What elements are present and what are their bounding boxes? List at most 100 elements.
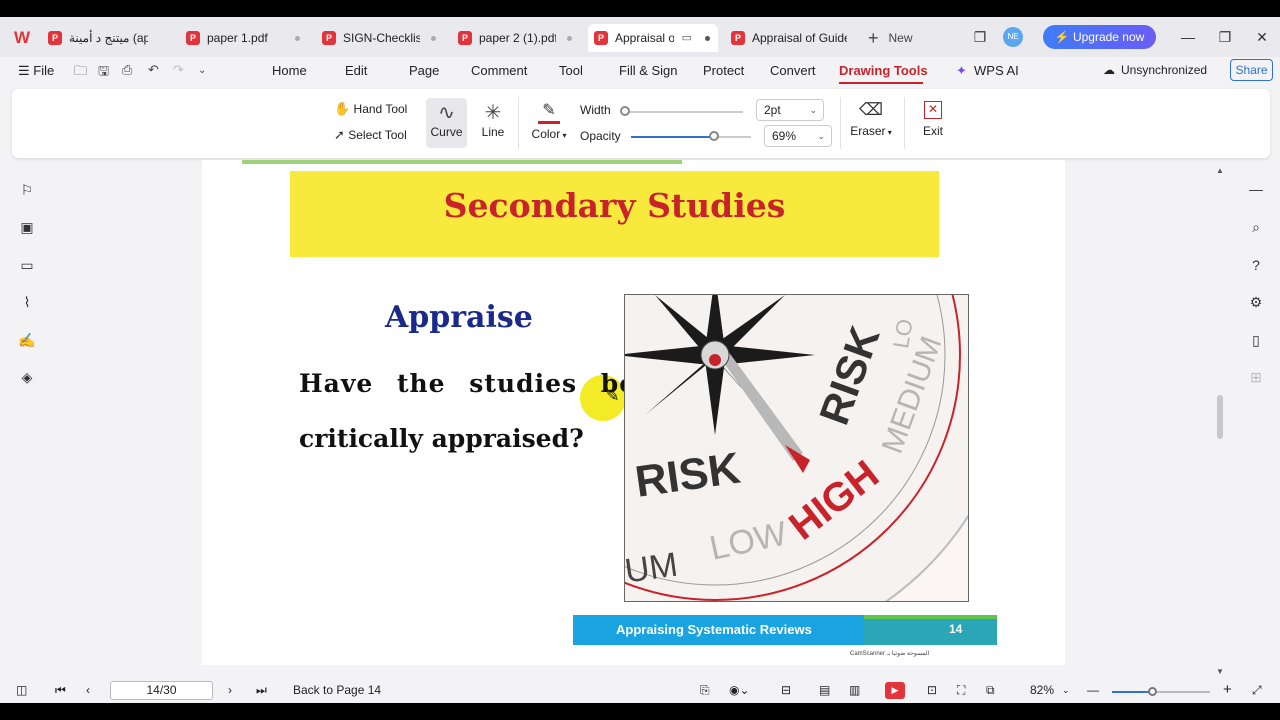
curve-icon: ∿ [438,102,455,124]
search-icon[interactable]: ⌕ [1246,217,1266,237]
zoom-slider-knob[interactable] [1148,687,1157,696]
back-to-page-link[interactable]: Back to Page 14 [293,683,381,697]
close-icon[interactable]: ✕ [1252,27,1272,47]
tab-close-dot-icon[interactable] [295,36,300,41]
tab-document-1[interactable]: P ميتنج د أمينة (appra [42,24,172,52]
line-tool-button[interactable]: ✳ Line [478,98,508,139]
expand-icon[interactable]: ⤢ [1252,683,1262,698]
minimize-icon[interactable]: — [1178,27,1198,47]
sidebar-toggle-icon[interactable]: ◫ [16,683,27,697]
single-page-icon[interactable]: ▤ [819,683,830,697]
tab-document-5-active[interactable]: P Appraisal o ▭ [588,24,718,52]
tab-close-dot-icon[interactable] [705,36,710,41]
tab-document-6[interactable]: P Appraisal of Guide [725,24,853,52]
menu-file[interactable]: ☰ File [18,63,54,79]
open-folder-icon[interactable]: 🗀 [74,62,87,84]
sync-status[interactable]: Unsynchronized [1121,63,1207,77]
menu-tool[interactable]: Tool [559,63,583,78]
menu-comment[interactable]: Comment [471,63,527,78]
menu-wps-ai[interactable]: WPS AI [974,63,1019,78]
last-page-icon[interactable]: ⏭ [256,683,267,698]
undo-icon[interactable]: ↶ [148,62,159,78]
grid-icon[interactable]: ⊞ [1246,367,1266,387]
width-slider[interactable] [623,111,743,113]
two-page-icon[interactable]: ▥ [849,683,860,697]
vertical-scrollbar-thumb[interactable] [1217,395,1223,439]
upgrade-now-button[interactable]: ⚡ Upgrade now [1043,25,1156,49]
menu-convert[interactable]: Convert [770,63,816,78]
attachment-icon[interactable]: ⌇ [17,292,37,312]
tab-document-4[interactable]: P paper 2 (1).pdf [452,24,580,52]
tab-label: paper 2 (1).pdf [479,31,556,45]
menu-edit[interactable]: Edit [345,63,367,78]
exit-drawing-button[interactable]: ✕ Exit [918,101,948,138]
fit-width-icon[interactable]: ⊡ [927,683,937,697]
fit-page-icon[interactable]: ⊟ [781,683,791,697]
pen-cursor-icon: ✎ [606,388,620,405]
pdf-icon: P [322,31,336,45]
reader-icon[interactable]: ▯ [1246,330,1266,350]
save-icon[interactable]: 🖫 [98,62,109,84]
opacity-select[interactable]: 69% ⌄ [764,125,832,147]
screenshot-icon[interactable]: ⧉ [986,683,995,698]
tab-close-dot-icon[interactable] [567,36,572,41]
menu-page[interactable]: Page [409,63,439,78]
chevron-down-icon[interactable]: ⌄ [198,65,206,76]
collapse-icon[interactable]: — [1246,179,1266,199]
window-layout-icon[interactable]: ❐ [970,27,990,47]
avatar[interactable]: NE [1003,27,1023,47]
pdf-icon: P [594,31,608,45]
export-icon[interactable]: ⎘ [700,683,710,698]
wps-logo-icon[interactable]: W [10,26,34,50]
eraser-button[interactable]: ⌫ Eraser ▾ [850,100,892,138]
menu-home[interactable]: Home [272,63,307,78]
color-picker-button[interactable]: ✎ Color ▾ [529,100,569,141]
select-tool-button[interactable]: ➚ Select Tool [334,127,407,143]
cloud-sync-icon[interactable]: ☁ [1103,63,1115,77]
menu-drawing-tools[interactable]: Drawing Tools [839,63,928,78]
layers-icon[interactable]: ◈ [17,367,37,387]
tab-label: ميتنج د أمينة (appra [69,31,148,45]
slideshow-play-icon[interactable]: ▶ [885,682,905,699]
hand-tool-button[interactable]: ✋ Hand Tool [334,101,407,117]
tab-document-3[interactable]: P SIGN-Checklist [316,24,444,52]
help-icon[interactable]: ? [1246,255,1266,275]
tab-label: paper 1.pdf [207,31,268,45]
slide-banner: Secondary Studies [290,171,939,257]
width-select[interactable]: 2pt ⌄ [756,99,824,121]
tab-close-dot-icon[interactable] [431,36,436,41]
new-tab-button[interactable]: + New [868,24,913,52]
zoom-out-icon[interactable]: — [1087,683,1099,697]
fullscreen-icon[interactable]: ⛶ [957,683,965,698]
zoom-in-icon[interactable]: + [1223,681,1232,698]
zoom-level[interactable]: 82% [1030,683,1054,697]
eye-icon[interactable]: ◉⌄ [729,683,750,697]
share-button[interactable]: Share [1230,59,1273,81]
width-slider-knob[interactable] [620,106,631,116]
signature-icon[interactable]: ✍ [17,330,37,350]
exit-icon: ✕ [924,101,942,119]
menu-fill-sign[interactable]: Fill & Sign [619,63,678,78]
scroll-down-icon[interactable]: ▼ [1216,667,1224,676]
bookmark-icon[interactable]: ⚐ [17,180,37,200]
redo-icon[interactable]: ↷ [173,62,184,78]
print-icon[interactable]: ⎙ [122,62,132,78]
menu-protect[interactable]: Protect [703,63,744,78]
compass-graphic: RISK RISK HIGH MEDIUM LOW UM LO [625,295,968,601]
next-page-icon[interactable]: › [228,683,232,697]
curve-tool-button[interactable]: ∿ Curve [426,98,467,148]
thumbnail-icon[interactable]: ▣ [17,217,37,237]
tab-document-2[interactable]: P paper 1.pdf [180,24,308,52]
opacity-slider-knob[interactable] [708,131,719,141]
decorative-line [242,160,682,164]
scroll-up-icon[interactable]: ▲ [1216,166,1224,175]
settings-sliders-icon[interactable]: ⚙ [1246,292,1266,312]
first-page-icon[interactable]: ⏮ [55,683,66,698]
maximize-icon[interactable]: ❐ [1215,27,1235,47]
previous-page-icon[interactable]: ‹ [86,683,90,697]
question-line-2: critically appraised? [299,424,584,453]
ribbon-separator [904,97,905,149]
comment-icon[interactable]: ▭ [17,255,37,275]
page-number-input[interactable]: 14/30 [110,681,213,700]
zoom-dropdown-icon[interactable]: ⌄ [1062,685,1070,696]
